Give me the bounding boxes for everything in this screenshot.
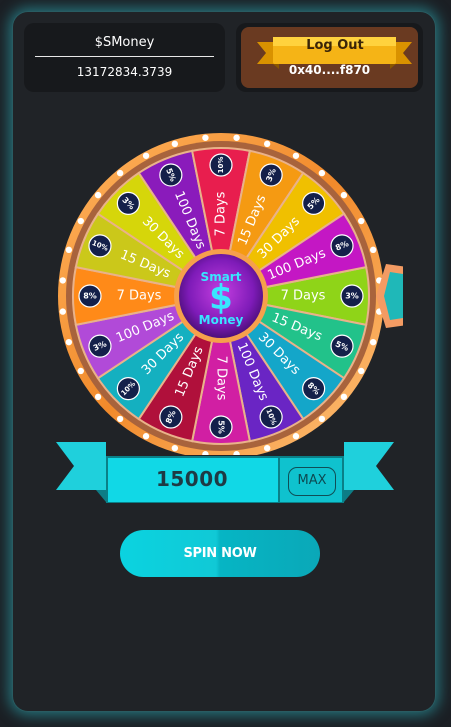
balance-card: $SMoney 13172834.3739 (24, 23, 225, 92)
rim-light-icon (318, 169, 326, 177)
balance-divider (35, 56, 214, 57)
rim-light-icon (142, 152, 150, 159)
rim-light-icon (59, 277, 66, 284)
rim-light-icon (142, 433, 150, 440)
token-balance: 13172834.3739 (76, 65, 173, 79)
rim-light-icon (340, 393, 348, 401)
rim-light-icon (292, 152, 300, 159)
rim-light-icon (318, 415, 326, 423)
segment-badge-label: 5% (217, 420, 226, 434)
rim-light-icon (358, 217, 365, 225)
rim-light-icon (202, 134, 209, 141)
max-button[interactable]: MAX (288, 467, 336, 496)
rim-light-icon (94, 191, 102, 199)
rim-light-icon (369, 246, 377, 254)
segment-badge-label: 8% (83, 292, 97, 301)
wallet-card (236, 23, 423, 92)
spin-now-button[interactable]: SPIN NOW (120, 530, 320, 577)
token-name: $SMoney (94, 35, 155, 50)
dollar-icon: $ (209, 278, 233, 318)
segment-label: 7 Days (281, 289, 326, 304)
rim-light-icon (171, 140, 179, 148)
rim-light-icon (59, 308, 66, 315)
segment-label: 7 Days (214, 191, 229, 236)
rim-light-icon (65, 246, 73, 254)
rim-light-icon (263, 140, 271, 148)
rim-light-icon (116, 415, 124, 423)
segment-badge-label: 3% (345, 292, 359, 301)
hub-text-money: Money (199, 313, 244, 327)
rim-light-icon (292, 433, 300, 440)
rim-light-icon (369, 338, 377, 346)
wallet-panel (241, 27, 418, 88)
rim-light-icon (233, 134, 240, 141)
segment-label: 7 Days (117, 289, 162, 304)
logout-button[interactable]: Log Out (290, 38, 380, 53)
segment-label: 7 Days (214, 356, 229, 401)
rim-light-icon (358, 367, 365, 375)
rim-light-icon (77, 367, 84, 375)
rim-light-icon (116, 169, 124, 177)
rim-light-icon (94, 393, 102, 401)
segment-badge-label: 10% (217, 157, 225, 174)
rim-light-icon (65, 338, 73, 346)
prize-wheel[interactable]: 7 Days 3%15 Days5%30 Days8%100 Days10%7 D… (46, 119, 403, 455)
rim-light-icon (77, 217, 84, 225)
bet-amount-input[interactable]: 15000 (107, 457, 277, 502)
wallet-address: 0x40....f870 (288, 63, 371, 77)
rim-light-icon (340, 191, 348, 199)
